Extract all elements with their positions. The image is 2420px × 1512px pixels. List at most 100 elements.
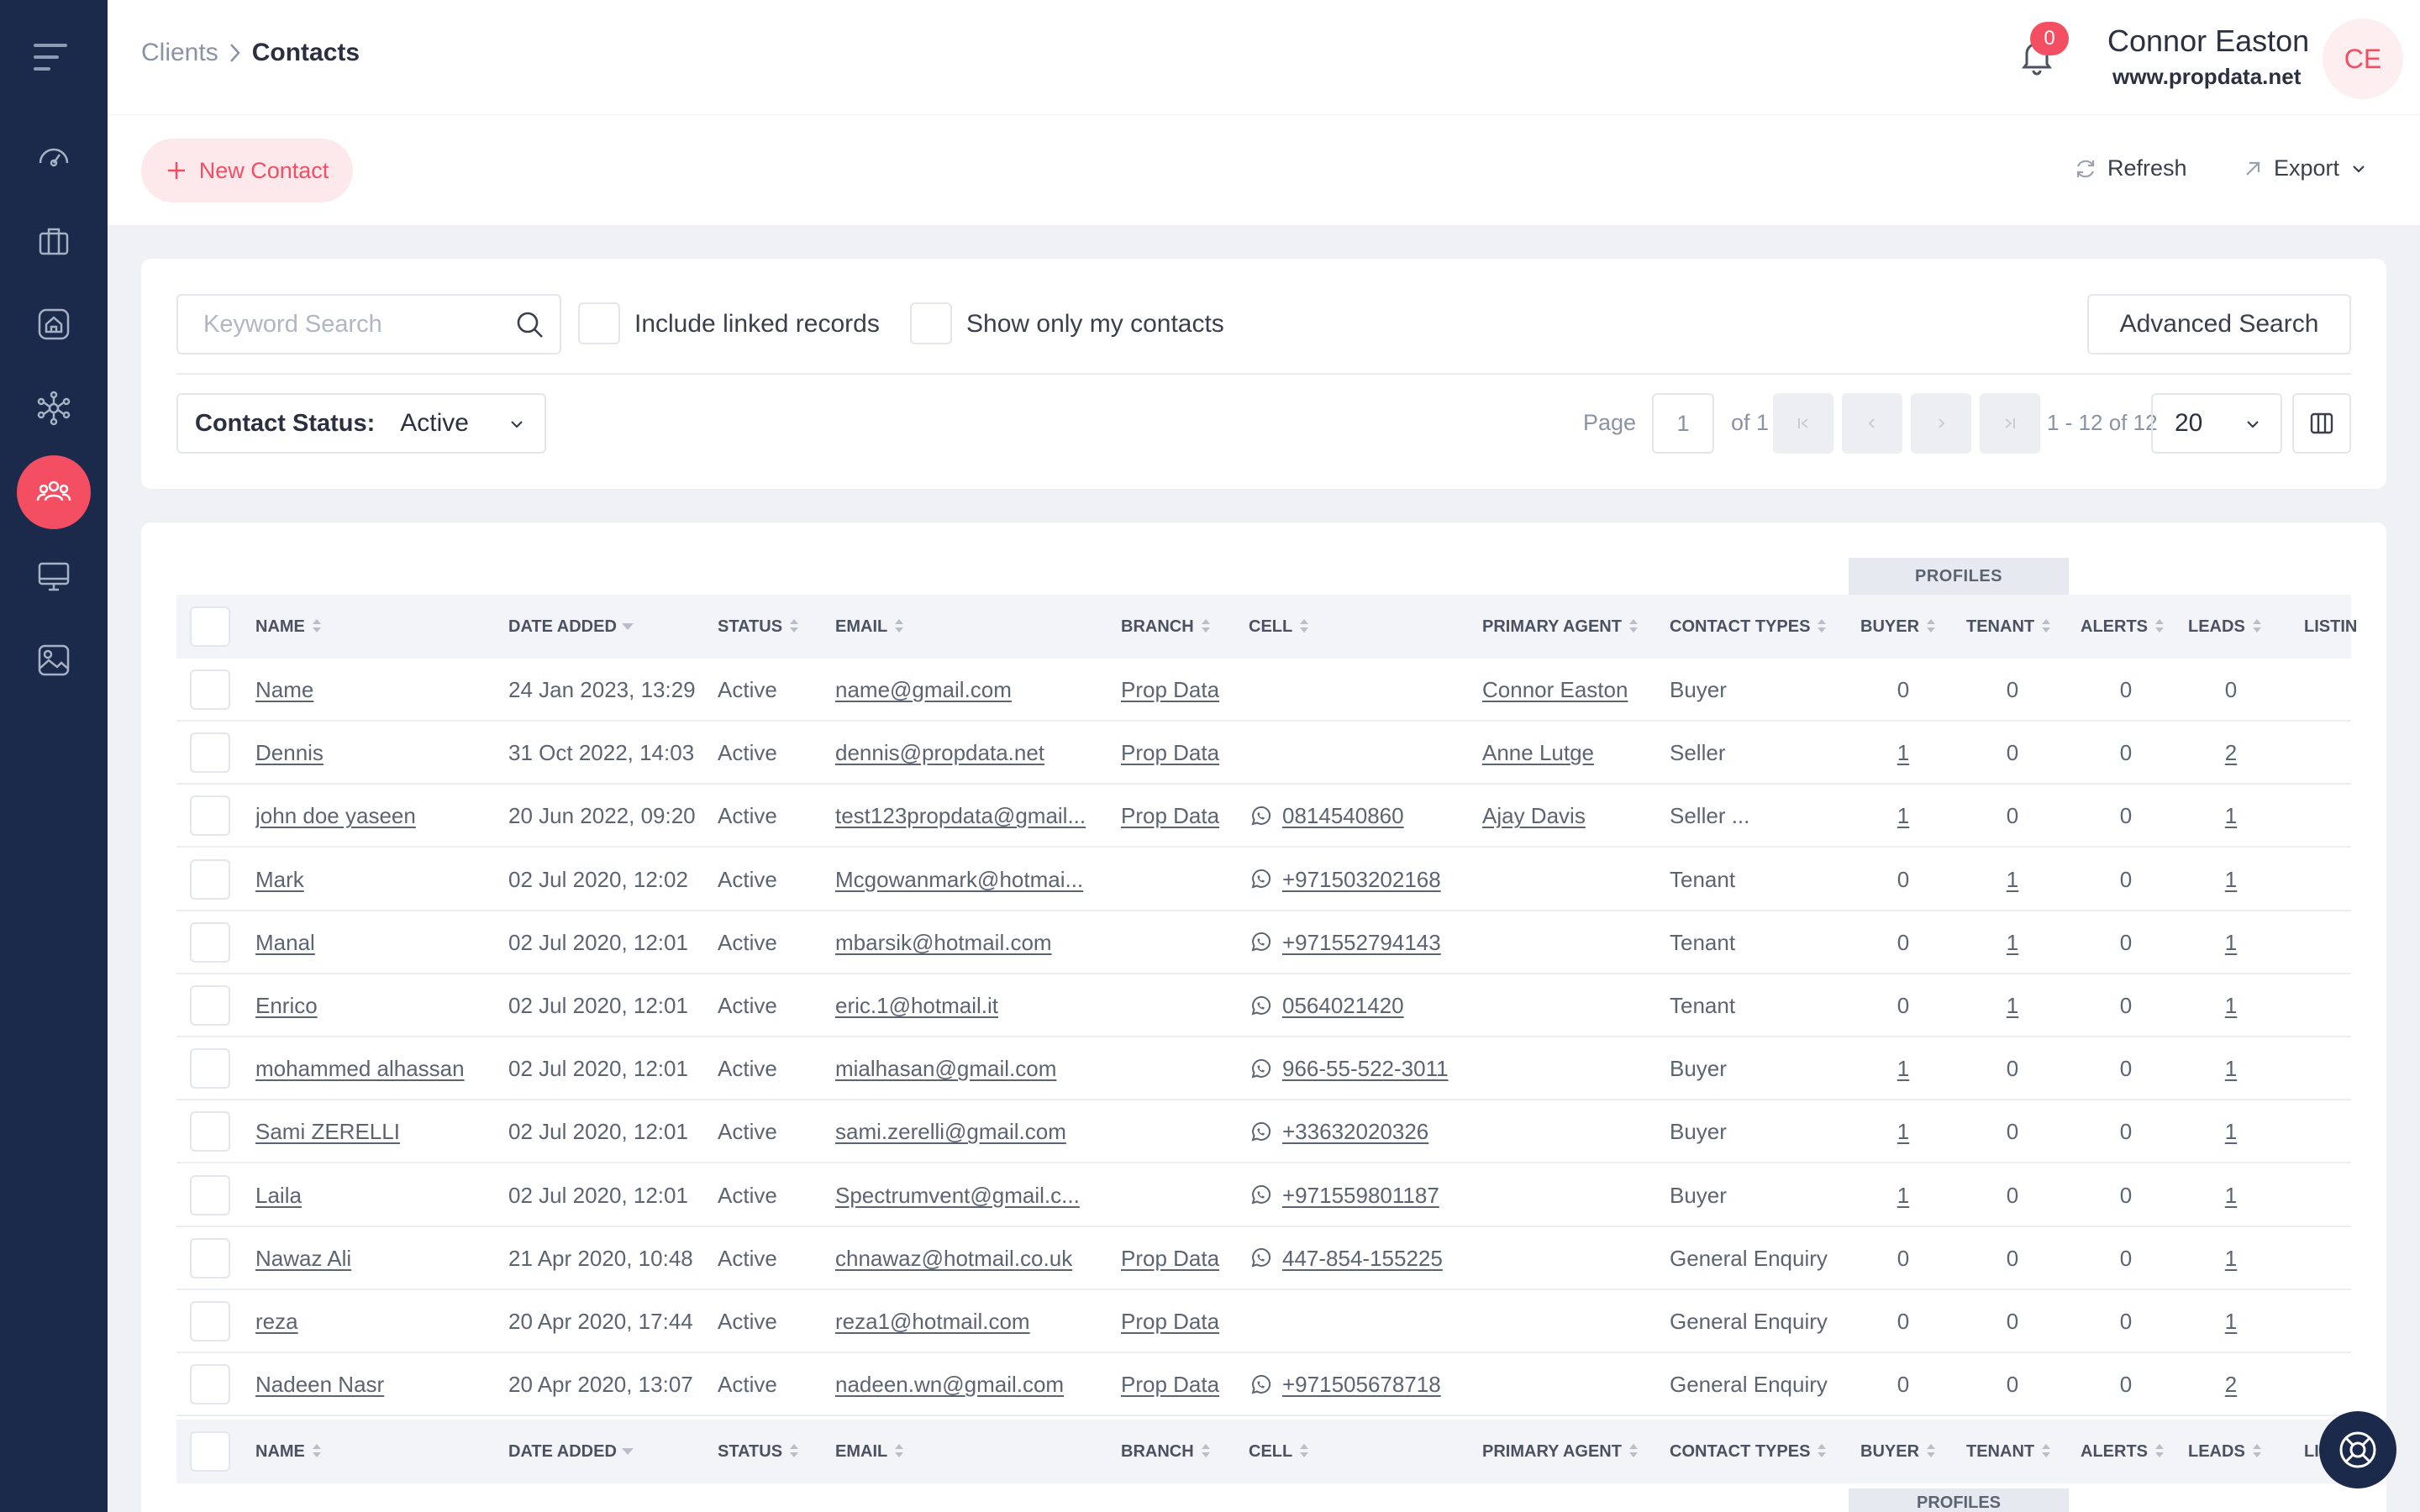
footer-header-email[interactable]: EMAIL	[835, 1420, 904, 1483]
table-row[interactable]: Enrico 02 Jul 2020, 12:01 Active eric.1@hot…	[176, 974, 2351, 1037]
advanced-search-button[interactable]: Advanced Search	[2087, 294, 2351, 354]
sidebar-item-contacts[interactable]	[17, 455, 91, 529]
cell-cell-value[interactable]: 0814540860	[1282, 803, 1404, 829]
cell-agent-value[interactable]: Connor Easton	[1482, 677, 1628, 703]
footer-header-status[interactable]: STATUS	[718, 1420, 799, 1483]
cell-name-value[interactable]: Dennis	[255, 740, 324, 766]
column-header-status[interactable]: STATUS	[718, 595, 799, 659]
cell-buyer-value[interactable]: 1	[1897, 1183, 1909, 1209]
cell-cell-value[interactable]: +971552794143	[1282, 930, 1441, 956]
sidebar-item-dashboard[interactable]	[17, 119, 91, 193]
contact-status-select[interactable]: Contact Status: Active	[176, 393, 546, 454]
cell-branch-value[interactable]: Prop Data	[1121, 1372, 1219, 1398]
row-checkbox[interactable]	[190, 1048, 230, 1089]
cell-name-value[interactable]: mohammed alhassan	[255, 1056, 465, 1082]
cell-branch-value[interactable]: Prop Data	[1121, 740, 1219, 766]
refresh-button[interactable]: Refresh	[2074, 155, 2187, 181]
sidebar-item-briefcase[interactable]	[17, 205, 91, 279]
footer-header-buyer[interactable]: BUYER	[1860, 1420, 1936, 1483]
cell-buyer-value[interactable]: 1	[1897, 803, 1909, 829]
menu-icon[interactable]	[34, 42, 74, 72]
cell-name-value[interactable]: reza	[255, 1309, 298, 1335]
per-page-select[interactable]: 20	[2151, 393, 2282, 454]
cell-branch-value[interactable]: Prop Data	[1121, 803, 1219, 829]
cell-email-value[interactable]: mbarsik@hotmail.com	[835, 930, 1052, 956]
cell-branch-value[interactable]: Prop Data	[1121, 1309, 1219, 1335]
breadcrumb-clients[interactable]: Clients	[141, 39, 218, 67]
avatar[interactable]: CE	[2323, 18, 2403, 99]
cell-email-value[interactable]: sami.zerelli@gmail.com	[835, 1119, 1066, 1145]
cell-leads-value[interactable]: 1	[2225, 803, 2237, 829]
table-row[interactable]: Laila 02 Jul 2020, 12:01 Active Spectrumven…	[176, 1164, 2351, 1227]
footer-header-contact-types[interactable]: CONTACT TYPES	[1670, 1420, 1827, 1483]
cell-name-value[interactable]: Name	[255, 677, 313, 703]
cell-email-value[interactable]: dennis@propdata.net	[835, 740, 1044, 766]
footer-header-leads[interactable]: LEADS	[2188, 1420, 2262, 1483]
row-checkbox[interactable]	[190, 1301, 230, 1341]
last-page-button[interactable]	[1980, 393, 2040, 454]
cell-name-value[interactable]: Manal	[255, 930, 315, 956]
column-header-cell[interactable]: CELL	[1249, 595, 1309, 659]
cell-buyer-value[interactable]: 1	[1897, 1056, 1909, 1082]
cell-tenant-value[interactable]: 1	[2007, 993, 2018, 1019]
cell-email-value[interactable]: Mcgowanmark@hotmai...	[835, 867, 1083, 893]
next-page-button[interactable]	[1911, 393, 1971, 454]
cell-cell-value[interactable]: 0564021420	[1282, 993, 1404, 1019]
cell-leads-value[interactable]: 1	[2225, 1246, 2237, 1272]
cell-name-value[interactable]: Laila	[255, 1183, 302, 1209]
cell-leads-value[interactable]: 1	[2225, 993, 2237, 1019]
cell-email-value[interactable]: name@gmail.com	[835, 677, 1012, 703]
cell-branch-value[interactable]: Prop Data	[1121, 677, 1219, 703]
cell-email-value[interactable]: reza1@hotmail.com	[835, 1309, 1030, 1335]
cell-name-value[interactable]: Mark	[255, 867, 304, 893]
table-row[interactable]: reza 20 Apr 2020, 17:44 Active reza1@hotmai…	[176, 1290, 2351, 1353]
row-checkbox[interactable]	[190, 1174, 230, 1215]
cell-email-value[interactable]: nadeen.wn@gmail.com	[835, 1372, 1064, 1398]
previous-page-button[interactable]	[1842, 393, 1902, 454]
cell-cell-value[interactable]: +971559801187	[1282, 1183, 1439, 1209]
columns-button[interactable]	[2292, 393, 2351, 454]
column-header-leads[interactable]: LEADS	[2188, 595, 2262, 659]
only-my-contacts-checkbox[interactable]	[910, 302, 952, 344]
search-icon[interactable]	[514, 309, 546, 341]
user-name[interactable]: Connor Easton	[2107, 24, 2309, 59]
row-checkbox[interactable]	[190, 858, 230, 900]
footer-header-branch[interactable]: BRANCH	[1121, 1420, 1211, 1483]
help-button[interactable]	[2319, 1411, 2396, 1488]
cell-leads-value[interactable]: 2	[2225, 740, 2237, 766]
cell-leads-value[interactable]: 1	[2225, 930, 2237, 956]
export-button[interactable]: Export	[2242, 155, 2368, 181]
column-header-buyer[interactable]: BUYER	[1860, 595, 1936, 659]
cell-name-value[interactable]: Nadeen Nasr	[255, 1372, 384, 1398]
cell-cell-value[interactable]: +33632020326	[1282, 1119, 1428, 1145]
column-header-primary-agent[interactable]: PRIMARY AGENT	[1482, 595, 1639, 659]
footer-header-listings[interactable]: LI	[2304, 1420, 2319, 1483]
cell-leads-value[interactable]: 1	[2225, 1183, 2237, 1209]
cell-email-value[interactable]: test123propdata@gmail...	[835, 803, 1086, 829]
row-checkbox[interactable]	[190, 669, 230, 710]
footer-header-primary-agent[interactable]: PRIMARY AGENT	[1482, 1420, 1639, 1483]
footer-header-alerts[interactable]: ALERTS	[2081, 1420, 2165, 1483]
table-row[interactable]: Nadeen Nasr 20 Apr 2020, 13:07 Active nadee…	[176, 1353, 2351, 1417]
sidebar-item-media[interactable]	[17, 623, 91, 697]
cell-tenant-value[interactable]: 1	[2007, 930, 2018, 956]
table-row[interactable]: Mark 02 Jul 2020, 12:02 Active Mcgowanmark@…	[176, 848, 2351, 911]
table-row[interactable]: mohammed alhassan 02 Jul 2020, 12:01 Activ…	[176, 1037, 2351, 1101]
page-number-input[interactable]: 1	[1652, 393, 1714, 454]
cell-email-value[interactable]: Spectrumvent@gmail.c...	[835, 1183, 1080, 1209]
select-all-checkbox-footer[interactable]	[190, 1431, 230, 1472]
table-row[interactable]: Dennis 31 Oct 2022, 14:03 Active dennis@pro…	[176, 722, 2351, 785]
cell-buyer-value[interactable]: 1	[1897, 740, 1909, 766]
table-row[interactable]: Name 24 Jan 2023, 13:29 Active name@gmail.c…	[176, 659, 2351, 722]
footer-header-name[interactable]: NAME	[255, 1420, 322, 1483]
first-page-button[interactable]	[1773, 393, 1833, 454]
footer-header-date-added[interactable]: DATE ADDED	[508, 1420, 634, 1483]
cell-cell-value[interactable]: +971505678718	[1282, 1372, 1441, 1398]
cell-leads-value[interactable]: 1	[2225, 1309, 2237, 1335]
cell-leads-value[interactable]: 1	[2225, 867, 2237, 893]
cell-email-value[interactable]: mialhasan@gmail.com	[835, 1056, 1056, 1082]
table-row[interactable]: Manal 02 Jul 2020, 12:01 Active mbarsik@hot…	[176, 911, 2351, 974]
cell-name-value[interactable]: Nawaz Ali	[255, 1246, 351, 1272]
row-checkbox[interactable]	[190, 1111, 230, 1152]
cell-name-value[interactable]: Enrico	[255, 993, 318, 1019]
